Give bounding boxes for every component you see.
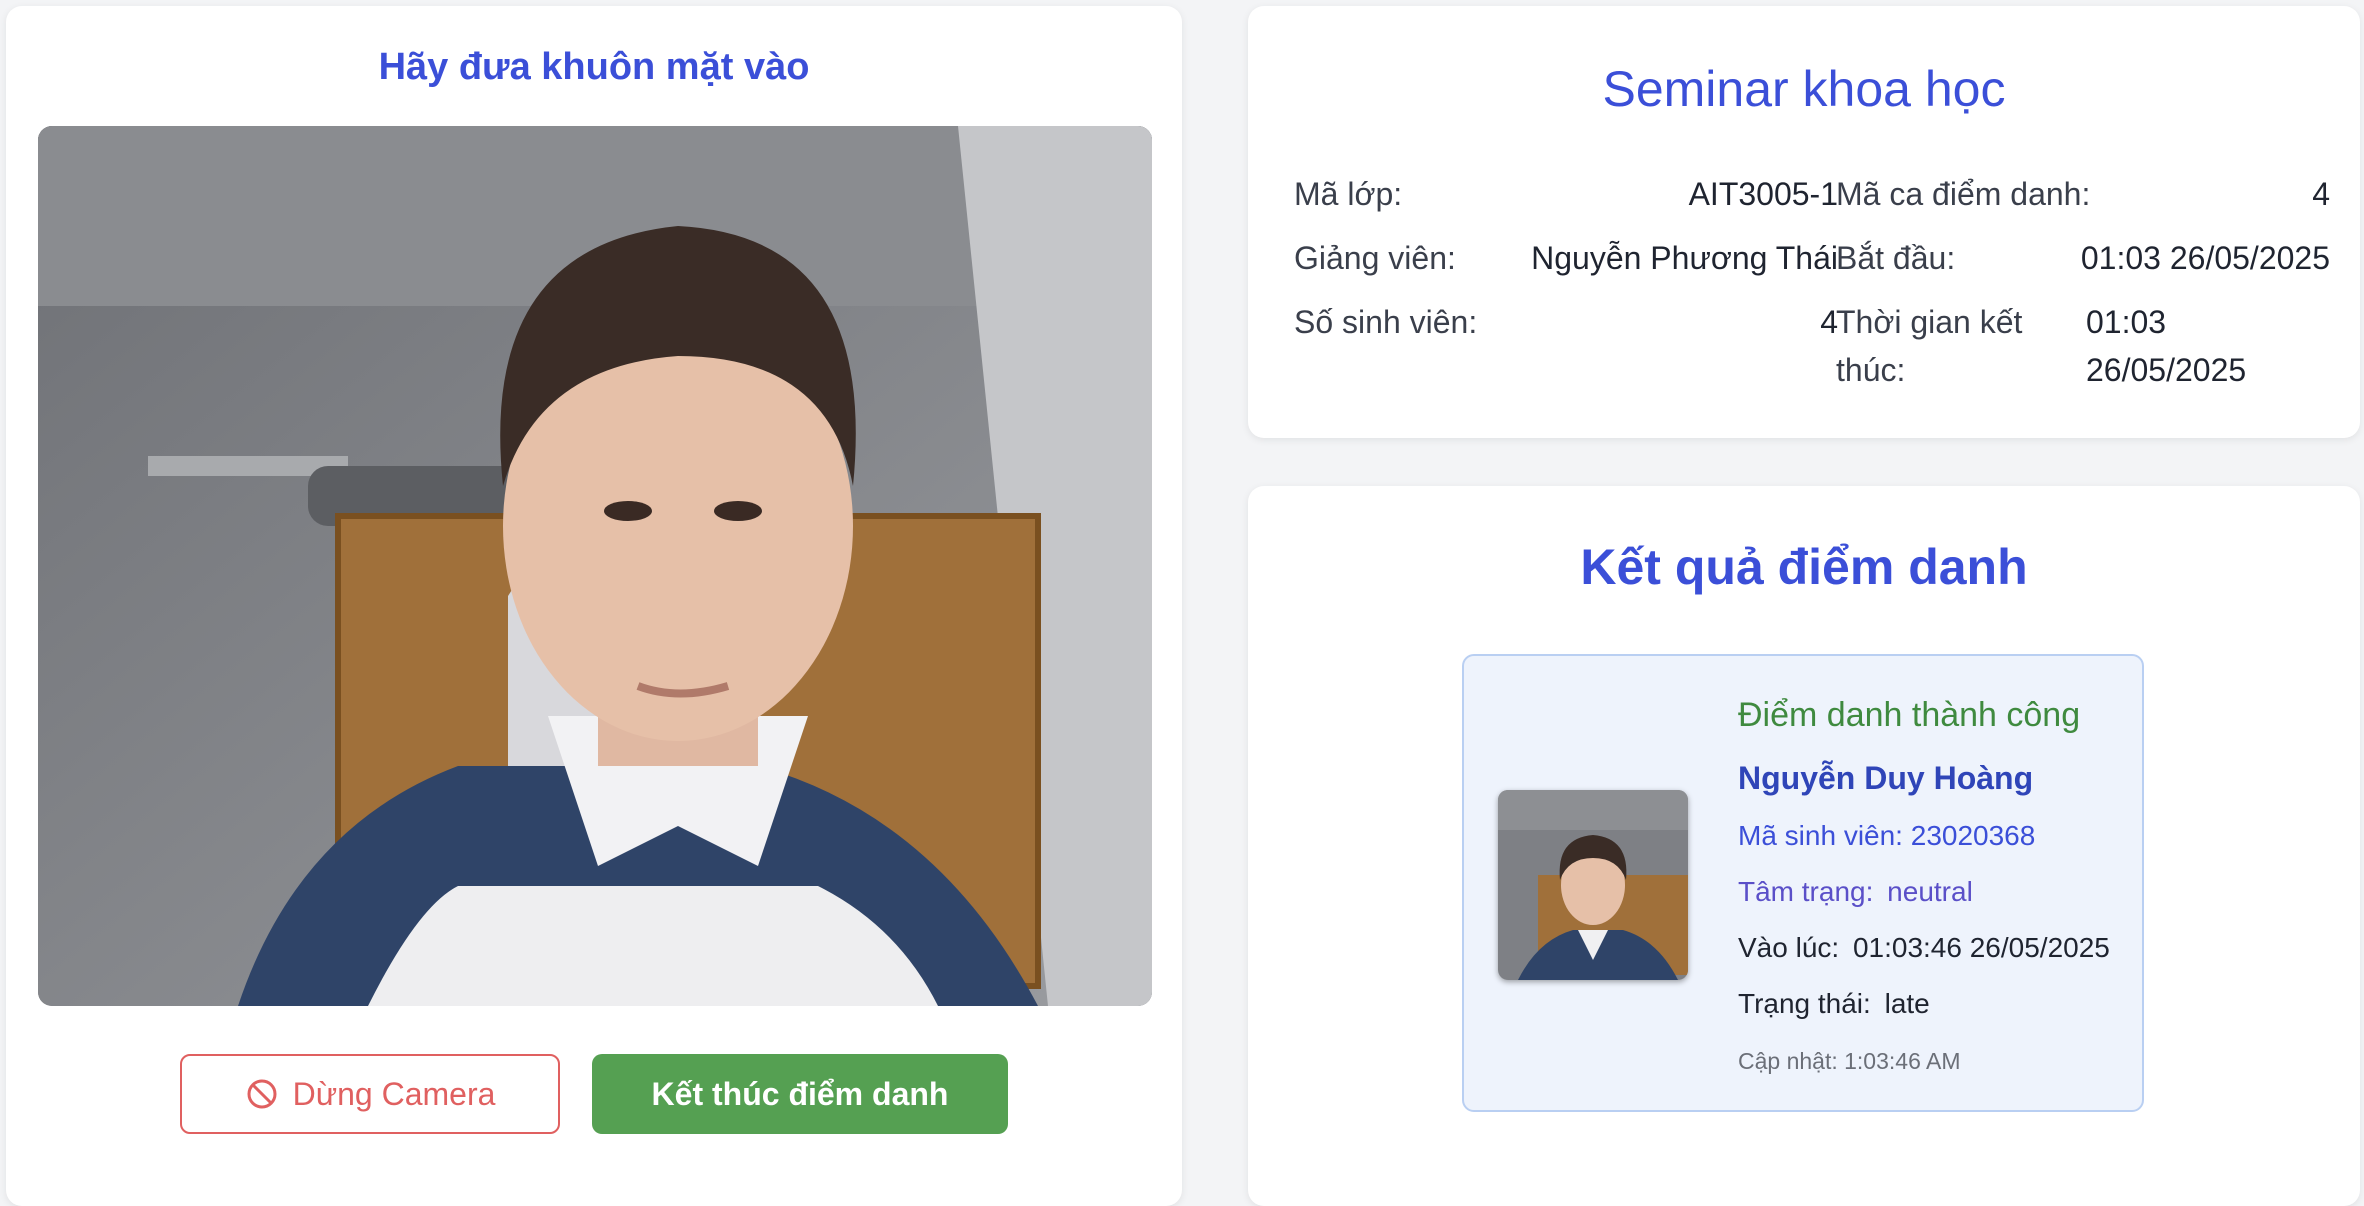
result-box: Điểm danh thành công Nguyễn Duy Hoàng Mã…	[1462, 654, 2144, 1112]
camera-feed	[38, 126, 1152, 1006]
mood-label: Tâm trạng:	[1738, 876, 1874, 907]
start-value: 01:03 26/05/2025	[2080, 240, 2330, 276]
student-id-label: Mã sinh viên:	[1738, 820, 1903, 851]
end-value-line1: 01:03	[2086, 304, 2167, 340]
time-value: 01:03:46 26/05/2025	[1852, 932, 2110, 963]
ban-icon	[247, 1079, 277, 1109]
lecturer-label: Giảng viên:	[1294, 240, 1456, 276]
shift-code-value: 4	[2312, 176, 2330, 212]
state-label: Trạng thái:	[1738, 988, 1871, 1019]
time-label: Vào lúc:	[1738, 932, 1840, 963]
student-id-value: 23020368	[1910, 820, 2036, 851]
class-code-value: AIT3005-1	[1688, 176, 1838, 212]
end-value-line2: 26/05/2025	[2086, 352, 2247, 388]
mood-value: neutral	[1887, 876, 1973, 907]
student-photo	[1498, 790, 1688, 980]
stop-camera-label: Dừng Camera	[292, 1075, 496, 1112]
student-name: Nguyễn Duy Hoàng	[1738, 760, 2034, 796]
session-info-panel: Seminar khoa học Mã lớp: AIT3005-1 Giảng…	[1248, 6, 2360, 438]
end-label-line1: Thời gian kết	[1836, 304, 2023, 340]
shift-code-label: Mã ca điểm danh:	[1836, 176, 2091, 212]
status-message: Điểm danh thành công	[1738, 696, 2081, 734]
end-attendance-label: Kết thúc điểm danh	[651, 1075, 949, 1112]
lecturer-value: Nguyễn Phương Thái	[1531, 240, 1838, 276]
camera-panel: Hãy đưa khuôn mặt vào Dừng Camera Kết th…	[6, 6, 1182, 1206]
updated-time: Cập nhật: 1:03:46 AM	[1738, 1048, 1961, 1074]
camera-title: Hãy đưa khuôn mặt vào	[378, 46, 810, 88]
start-label: Bắt đầu:	[1836, 240, 1956, 276]
end-label-line2: thúc:	[1836, 352, 1906, 388]
session-title: Seminar khoa học	[1602, 61, 2006, 117]
result-title: Kết quả điểm danh	[1580, 539, 2028, 595]
class-code-label: Mã lớp:	[1294, 176, 1403, 212]
students-label: Số sinh viên:	[1294, 304, 1478, 340]
stop-camera-button[interactable]: Dừng Camera	[180, 1054, 560, 1134]
attendance-result-panel: Kết quả điểm danh Điểm danh thành công N…	[1248, 486, 2360, 1206]
end-attendance-button[interactable]: Kết thúc điểm danh	[592, 1054, 1008, 1134]
state-value: late	[1884, 988, 1930, 1019]
